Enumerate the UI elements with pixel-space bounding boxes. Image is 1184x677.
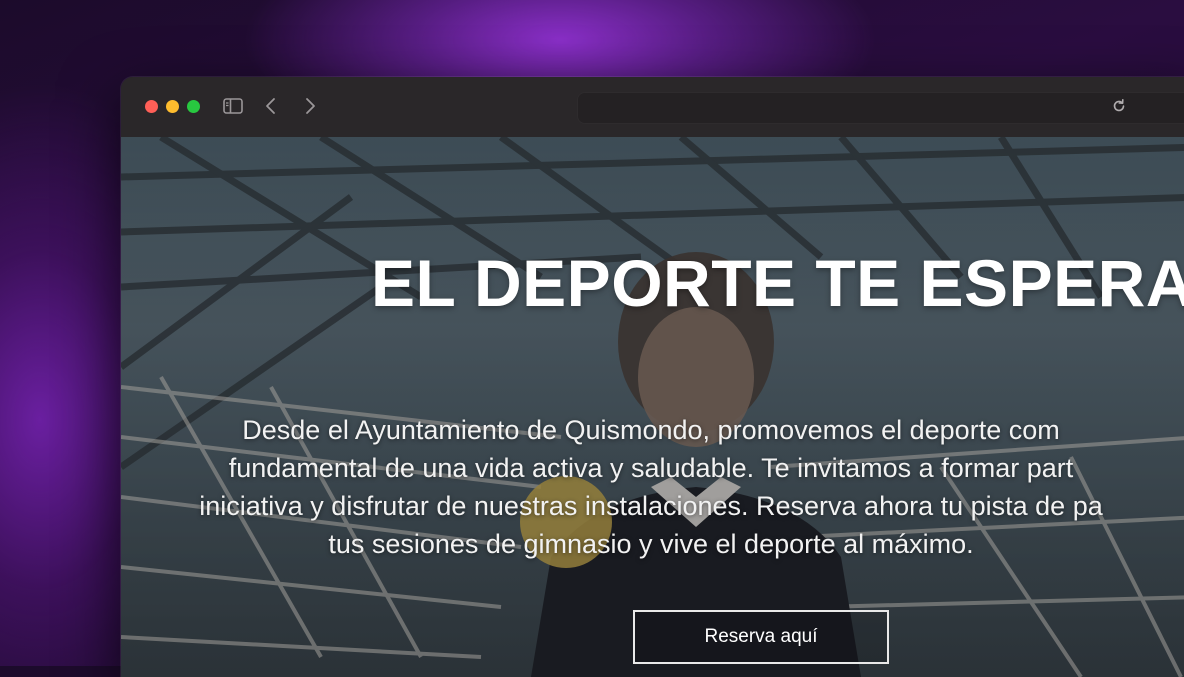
tagline-line: fundamental de una vida activa y saludab… [228, 453, 1074, 483]
address-bar[interactable] [577, 92, 1184, 124]
hero-section: EL DEPORTE TE ESPERA Desde el Ayuntamien… [121, 137, 1184, 677]
minimize-window-button[interactable] [166, 100, 179, 113]
reserve-button[interactable]: Reserva aquí [633, 610, 889, 664]
tagline-line: Desde el Ayuntamiento de Quismondo, prom… [242, 415, 1060, 445]
tagline-line: tus sesiones de gimnasio y vive el depor… [328, 529, 974, 559]
chevron-left-icon[interactable] [260, 95, 282, 117]
tagline-line: iniciativa y disfrutar de nuestras insta… [199, 491, 1103, 521]
sidebar-icon[interactable] [222, 95, 244, 117]
reload-icon[interactable] [1110, 97, 1128, 115]
browser-toolbar [121, 77, 1184, 138]
hero-headline: EL DEPORTE TE ESPERA [371, 246, 1184, 320]
browser-window: EL DEPORTE TE ESPERA Desde el Ayuntamien… [121, 77, 1184, 677]
hero-tagline: Desde el Ayuntamiento de Quismondo, prom… [151, 411, 1151, 563]
hero-content: EL DEPORTE TE ESPERA Desde el Ayuntamien… [121, 137, 1184, 677]
close-window-button[interactable] [145, 100, 158, 113]
zoom-window-button[interactable] [187, 100, 200, 113]
chevron-right-icon[interactable] [299, 95, 321, 117]
